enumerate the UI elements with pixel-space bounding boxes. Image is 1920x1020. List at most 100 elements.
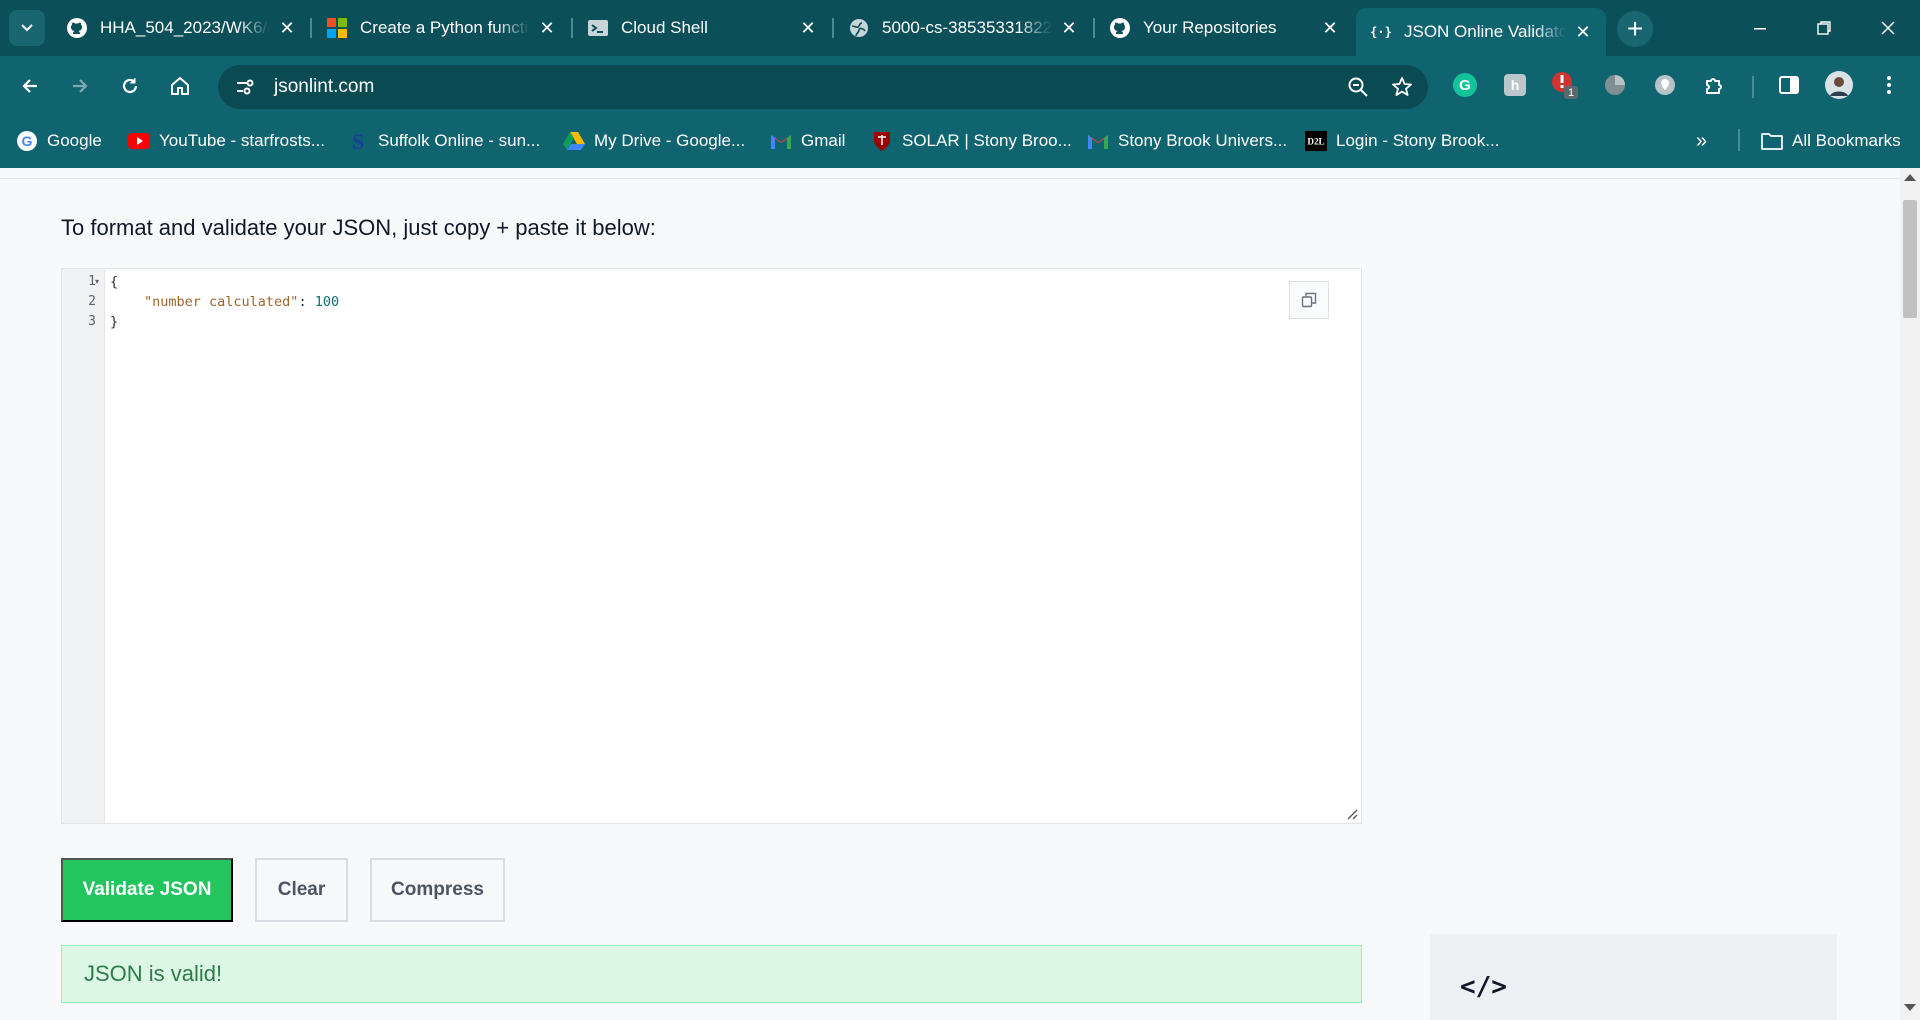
google-icon: G bbox=[16, 130, 38, 152]
copy-icon bbox=[1301, 292, 1317, 308]
json-colon: : bbox=[298, 294, 315, 310]
tab-github-hha[interactable]: HHA_504_2023/WK6/a ✕ bbox=[52, 8, 310, 48]
back-button[interactable] bbox=[12, 68, 48, 104]
copy-button[interactable] bbox=[1289, 281, 1329, 319]
close-tab-icon[interactable]: ✕ bbox=[1058, 17, 1080, 39]
reload-icon bbox=[122, 78, 138, 94]
tab-your-repositories[interactable]: Your Repositories ✕ bbox=[1095, 8, 1353, 48]
bookmark-stony-brook-mail[interactable]: Stony Brook Univers... bbox=[1087, 126, 1287, 156]
grammarly-icon[interactable]: G bbox=[1450, 70, 1480, 100]
bookmark-label: My Drive - Google... bbox=[594, 131, 746, 150]
gmail-icon bbox=[770, 130, 792, 152]
home-button[interactable] bbox=[162, 68, 198, 104]
bookmark-suffolk[interactable]: S Suffolk Online - sun... bbox=[347, 126, 540, 156]
page-content: To format and validate your JSON, just c… bbox=[0, 168, 1900, 1020]
resize-handle-icon[interactable] bbox=[1346, 808, 1358, 820]
close-tab-icon[interactable]: ✕ bbox=[797, 17, 819, 39]
compress-button[interactable]: Compress bbox=[370, 858, 505, 922]
zoom-icon[interactable] bbox=[1340, 69, 1376, 105]
bookmark-d2l-login[interactable]: D2L Login - Stony Brook... bbox=[1305, 126, 1499, 156]
code-brackets-icon: </> bbox=[1460, 972, 1507, 1002]
tab-json-validator[interactable]: {·} JSON Online Validator ✕ bbox=[1356, 8, 1606, 56]
bookmark-label: Login - Stony Brook... bbox=[1336, 131, 1500, 150]
close-brace: } bbox=[110, 314, 119, 330]
tab-search-button[interactable] bbox=[9, 10, 45, 46]
bookmark-drive[interactable]: My Drive - Google... bbox=[563, 126, 745, 156]
url-text[interactable]: jsonlint.com bbox=[274, 76, 1340, 98]
svg-text:G: G bbox=[22, 133, 33, 149]
bookmark-star-icon[interactable] bbox=[1384, 69, 1420, 105]
json-braces-icon: {·} bbox=[1370, 25, 1392, 39]
new-tab-button[interactable]: + bbox=[1617, 11, 1653, 47]
svg-text:S: S bbox=[352, 130, 364, 152]
bookmark-solar[interactable]: SOLAR | Stony Broo... bbox=[871, 126, 1072, 156]
line-number: 1 bbox=[88, 274, 96, 289]
extension-pie-icon[interactable] bbox=[1600, 70, 1630, 100]
header-divider bbox=[0, 178, 1900, 179]
stony-brook-shield-icon bbox=[871, 130, 893, 152]
scroll-down-arrow-icon[interactable] bbox=[1904, 1004, 1916, 1011]
bookmark-label: YouTube - starfrosts... bbox=[159, 131, 325, 150]
youtube-icon bbox=[128, 130, 150, 152]
microsoft-icon bbox=[326, 17, 348, 39]
bookmark-label: Suffolk Online - sun... bbox=[378, 131, 541, 150]
clear-button[interactable]: Clear bbox=[255, 858, 348, 922]
svg-text:D2L: D2L bbox=[1307, 137, 1324, 147]
close-tab-icon[interactable]: ✕ bbox=[1319, 17, 1341, 39]
bookmarks-bar: G Google YouTube - starfrosts... S Suffo… bbox=[0, 118, 1920, 168]
drive-icon bbox=[563, 130, 585, 152]
side-panel-icon[interactable] bbox=[1774, 70, 1804, 100]
more-bookmarks-button[interactable]: » bbox=[1696, 126, 1707, 156]
tab-cloud-shell[interactable]: Cloud Shell ✕ bbox=[573, 8, 831, 48]
reload-button[interactable] bbox=[112, 68, 148, 104]
extensions-puzzle-icon[interactable] bbox=[1700, 70, 1730, 100]
fold-arrow-icon[interactable]: ▾ bbox=[95, 277, 99, 286]
bookmarks-divider bbox=[1738, 129, 1740, 151]
validate-json-button[interactable]: Validate JSON bbox=[61, 858, 233, 922]
validation-message: JSON is valid! bbox=[84, 961, 223, 986]
menu-kebab-icon[interactable] bbox=[1874, 70, 1904, 100]
page-scrollbar[interactable] bbox=[1900, 168, 1920, 1020]
address-bar[interactable]: jsonlint.com bbox=[218, 65, 1428, 109]
scroll-up-arrow-icon[interactable] bbox=[1904, 174, 1916, 181]
close-tab-icon[interactable]: ✕ bbox=[1572, 21, 1594, 43]
tab-cs-port[interactable]: 5000-cs-38535331822 ✕ bbox=[834, 8, 1092, 48]
browser-toolbar: jsonlint.com G h 1 G Google YouTube - st… bbox=[0, 56, 1920, 174]
page-title: To format and validate your JSON, just c… bbox=[61, 215, 656, 240]
extension-h-icon[interactable]: h bbox=[1500, 70, 1530, 100]
tab-python-function[interactable]: Create a Python functi ✕ bbox=[312, 8, 570, 48]
tab-title: Cloud Shell bbox=[621, 18, 708, 37]
tab-title: Create a Python functi bbox=[360, 18, 529, 37]
line-number: 2 bbox=[88, 294, 96, 309]
extension-badge: 1 bbox=[1568, 87, 1574, 99]
close-tab-icon[interactable]: ✕ bbox=[536, 17, 558, 39]
bookmark-youtube[interactable]: YouTube - starfrosts... bbox=[128, 126, 325, 156]
minimize-button[interactable] bbox=[1740, 12, 1780, 44]
side-card: </> bbox=[1430, 934, 1837, 1020]
svg-text:h: h bbox=[1511, 77, 1520, 93]
bookmark-google[interactable]: G Google bbox=[16, 126, 102, 156]
github-icon bbox=[66, 17, 88, 39]
scrollbar-thumb[interactable] bbox=[1903, 200, 1917, 318]
forward-button[interactable] bbox=[62, 68, 98, 104]
json-key: "number calculated" bbox=[144, 294, 299, 310]
close-window-button[interactable] bbox=[1868, 12, 1908, 44]
toolbar-divider bbox=[1752, 76, 1754, 98]
extension-alert-icon[interactable]: 1 bbox=[1550, 70, 1580, 100]
bookmark-gmail[interactable]: Gmail bbox=[770, 126, 845, 156]
json-editor[interactable]: 1 ▾ 2 3 { "number calculated": 100 } bbox=[61, 268, 1362, 824]
svg-text:G: G bbox=[1459, 77, 1471, 94]
extension-location-icon[interactable] bbox=[1650, 70, 1680, 100]
tab-title: Your Repositories bbox=[1143, 18, 1277, 37]
avatar[interactable] bbox=[1824, 70, 1854, 100]
open-brace: { bbox=[110, 274, 119, 290]
restore-button[interactable] bbox=[1804, 12, 1844, 44]
site-settings-icon[interactable] bbox=[230, 72, 260, 102]
home-icon bbox=[171, 77, 189, 95]
close-tab-icon[interactable]: ✕ bbox=[276, 17, 298, 39]
line-number-gutter: 1 ▾ 2 3 bbox=[62, 269, 105, 823]
bookmark-label: Google bbox=[47, 131, 102, 150]
line-number: 3 bbox=[88, 314, 96, 329]
plus-icon: + bbox=[1626, 13, 1644, 44]
all-bookmarks-button[interactable]: All Bookmarks bbox=[1761, 126, 1901, 156]
